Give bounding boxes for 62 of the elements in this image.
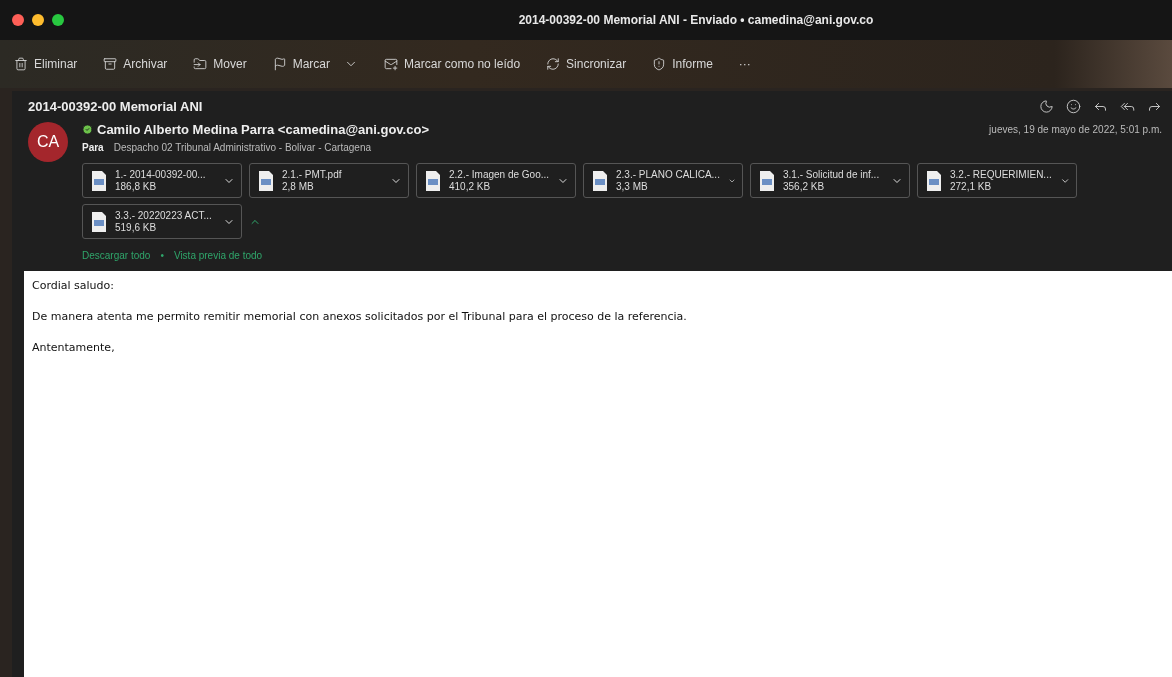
toolbar-button[interactable]: Marcar como no leído — [382, 55, 523, 73]
sync-icon — [546, 57, 561, 71]
close-button[interactable] — [12, 14, 24, 26]
attachment-name: 1.- 2014-00392-00... — [115, 168, 207, 181]
paragraph: Antentamente, — [32, 341, 116, 354]
envelope-icon — [384, 57, 399, 71]
smiley-icon[interactable] — [1066, 99, 1081, 114]
toolbar-button[interactable]: Informe — [650, 55, 715, 73]
shield-icon — [652, 57, 667, 71]
attachment-size: 356,2 KB — [783, 180, 826, 193]
attachment[interactable]: 2.1.- PMT.pdf 2,8 MB — [249, 163, 409, 198]
attachment[interactable]: 2.2.- Imagen de Goo... 410,2 KB — [416, 163, 576, 198]
attachment-size: 410,2 KB — [449, 180, 492, 193]
document-icon — [258, 169, 274, 192]
attachment-name: 3.2.- REQUERIMIEN... — [950, 168, 1052, 181]
sender-name: Camilo Alberto Medina Parra <camedina@ani.gov.co> — [97, 122, 429, 137]
attachment-size: 186,8 KB — [115, 180, 158, 193]
link[interactable]: Descargar todo — [82, 250, 151, 261]
check-icon — [82, 124, 93, 135]
more-button[interactable]: ··· — [736, 55, 753, 73]
attachment-name: 2.2.- Imagen de Goo... — [449, 168, 550, 181]
attachment[interactable]: 3.3.- 20220223 ACT... 519,6 KB — [82, 204, 242, 239]
link[interactable]: Vista previa de todo — [173, 250, 263, 261]
attachment[interactable]: 1.- 2014-00392-00... 186,8 KB — [82, 163, 242, 198]
email-date: jueves, 19 de mayo de 2022, 5:01 p.m. — [989, 124, 1162, 135]
attachment[interactable]: 2.3.- PLANO CALICA... 3,3 MB — [583, 163, 743, 198]
document-icon — [926, 169, 942, 192]
recipient: Despacho 02 Tribunal Administrativo - Bolivar - Cartagena — [113, 142, 372, 153]
trash-icon — [14, 57, 28, 71]
document-icon — [592, 169, 608, 192]
avatar: CA — [28, 122, 68, 162]
attachment-name: 2.1.- PMT.pdf — [282, 168, 343, 181]
attachment-name: 2.3.- PLANO CALICA... — [616, 168, 720, 181]
separator-dot: • — [160, 250, 164, 261]
moon-icon[interactable] — [1039, 99, 1054, 114]
toolbar-button[interactable]: Archivar — [101, 55, 170, 73]
document-icon — [91, 169, 107, 192]
paragraph: De manera atenta me permito remitir memorial con anexos solicitados por el Tribunal para el proceso de la referencia. — [32, 310, 688, 323]
attachment[interactable]: 3.1.- Solicitud de inf... 356,2 KB — [750, 163, 910, 198]
attachment[interactable]: 3.2.- REQUERIMIEN... 272,1 KB — [917, 163, 1077, 198]
email-subject: 2014-00392-00 Memorial ANI — [28, 99, 203, 114]
folder-icon — [193, 57, 208, 71]
document-icon — [759, 169, 775, 192]
toolbar-button[interactable]: Eliminar — [12, 55, 80, 73]
document-icon — [425, 169, 441, 192]
zoom-button[interactable] — [52, 14, 64, 26]
toolbar-button[interactable]: Marcar — [270, 55, 361, 73]
window-title: 2014-00392-00 Memorial ANI - Enviado • camedina@ani.gov.co — [518, 13, 874, 27]
to-label: Para — [82, 142, 104, 153]
attachment-size: 2,8 MB — [282, 180, 315, 193]
document-icon — [91, 210, 107, 233]
attachment-size: 519,6 KB — [115, 221, 158, 234]
toolbar-button[interactable]: Mover — [191, 55, 249, 73]
attachment-size: 272,1 KB — [950, 180, 993, 193]
archive-icon — [103, 57, 118, 71]
paragraph: Cordial saludo: — [32, 279, 115, 292]
attachment-name: 3.1.- Solicitud de inf... — [783, 168, 881, 181]
flag-icon — [272, 57, 287, 71]
toolbar-button[interactable]: Sincronizar — [544, 55, 629, 73]
minimize-button[interactable] — [32, 14, 44, 26]
attachment-size: 3,3 MB — [616, 180, 649, 193]
attachment-name: 3.3.- 20220223 ACT... — [115, 209, 213, 222]
